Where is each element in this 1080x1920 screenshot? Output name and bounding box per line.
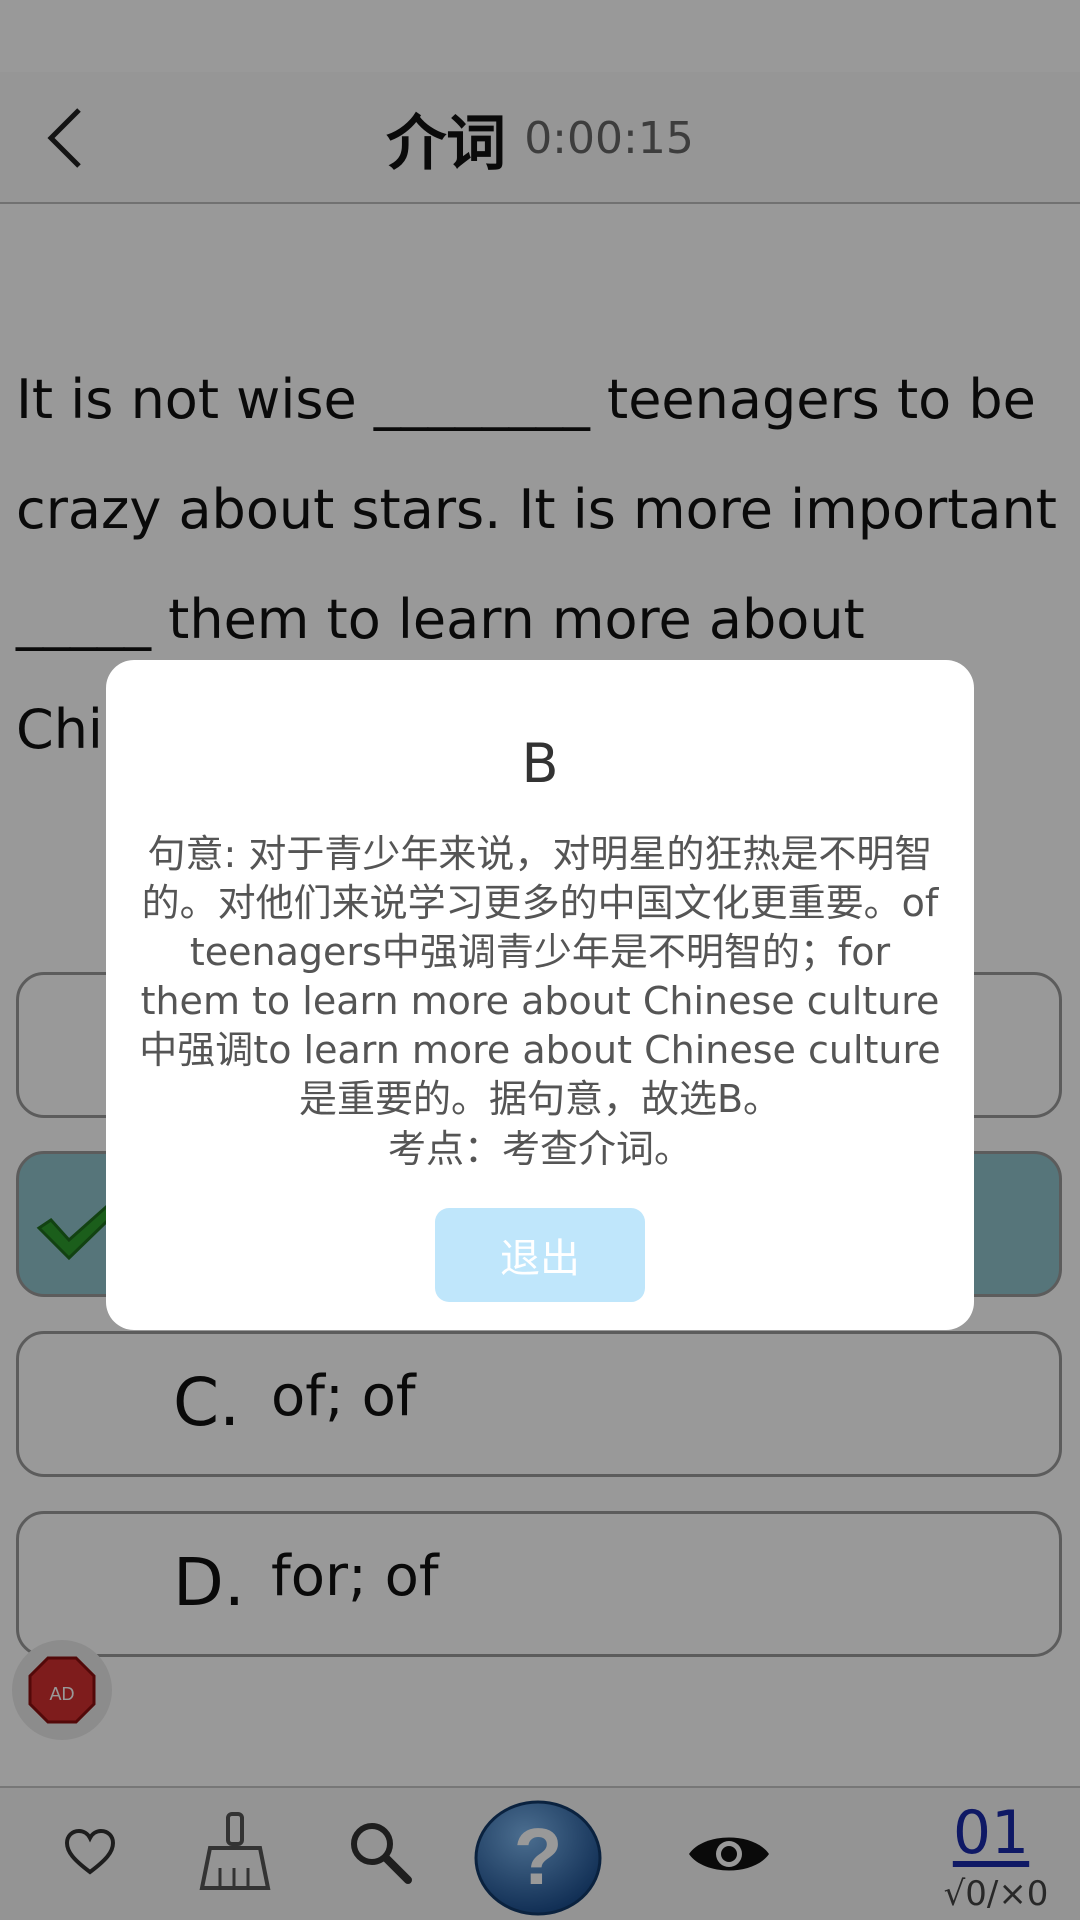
test-point-text: 考点：考查介词。 [387,1127,692,1171]
explanation-text: 句意: 对于青少年来说，对明星的狂热是不明智的。对他们来说学习更多的中国文化更重… [139,832,941,1121]
correct-answer: B [521,732,559,795]
answer-dialog: B 句意: 对于青少年来说，对明星的狂热是不明智的。对他们来说学习更多的中国文化… [106,660,974,1330]
exit-button[interactable]: 退出 [435,1208,645,1302]
